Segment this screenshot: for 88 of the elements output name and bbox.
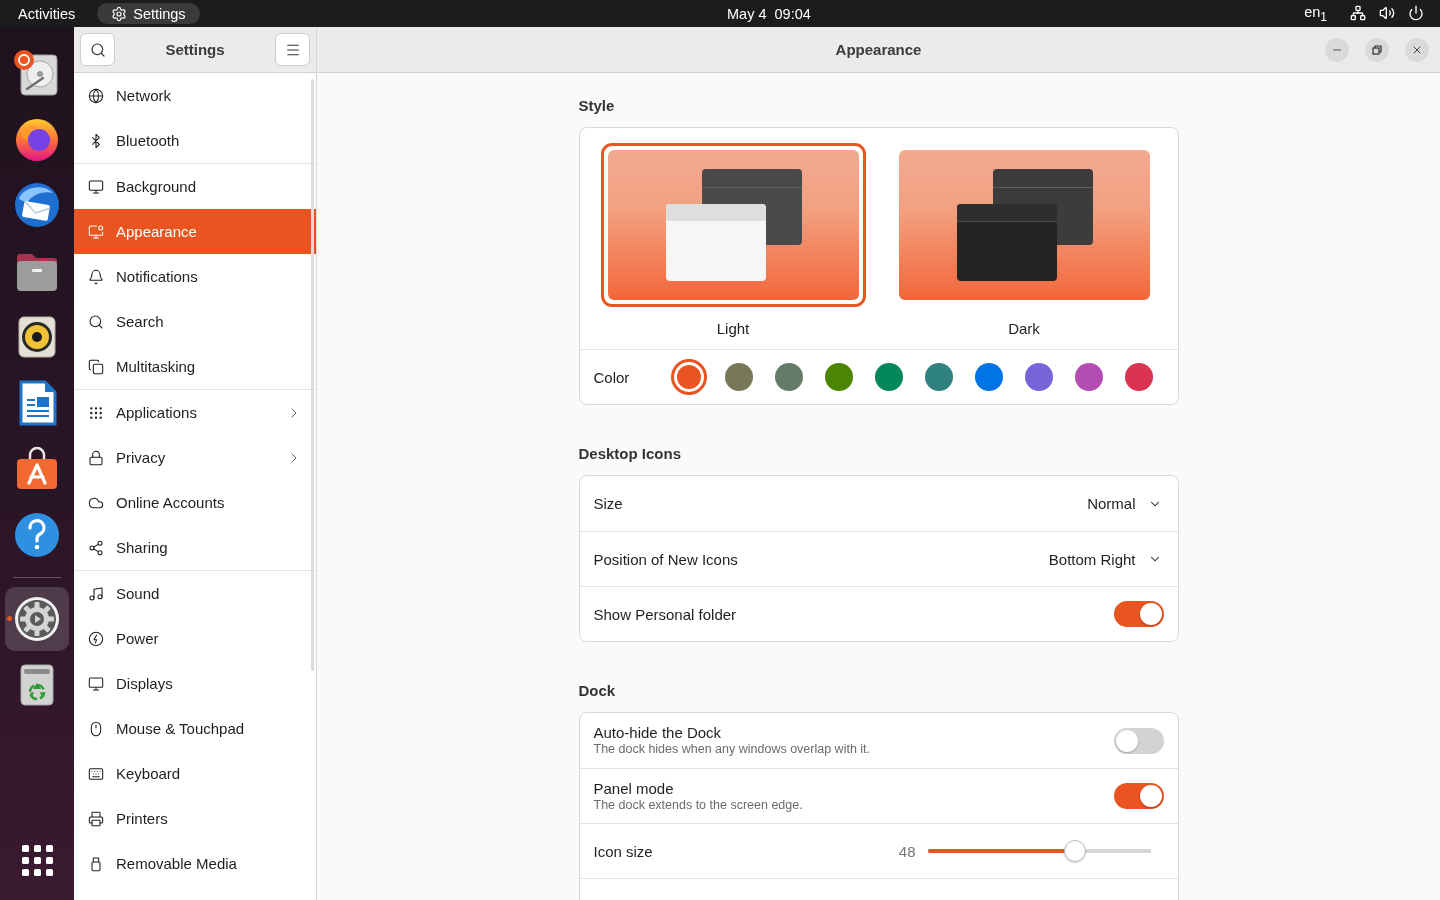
toggle-switch[interactable] bbox=[1113, 727, 1164, 754]
slider-value: 48 bbox=[898, 842, 916, 860]
help-icon bbox=[13, 511, 61, 559]
accent-swatch-icon[interactable] bbox=[1074, 363, 1103, 391]
mouse-icon bbox=[88, 720, 104, 737]
volume-icon[interactable] bbox=[1379, 5, 1395, 22]
sidebar-item[interactable]: Privacy bbox=[74, 435, 316, 480]
sidebar-title: Settings bbox=[165, 41, 225, 58]
power-icon[interactable] bbox=[1408, 5, 1424, 22]
dropdown-button[interactable]: Normal bbox=[1087, 495, 1164, 512]
clock[interactable]: May 4 09:04 bbox=[717, 2, 821, 25]
section-heading: Desktop Icons bbox=[578, 445, 683, 463]
menu-button[interactable] bbox=[275, 33, 310, 66]
sidebar-item[interactable]: Power bbox=[74, 616, 316, 661]
sidebar-item[interactable]: Search bbox=[74, 299, 316, 344]
overlapping-windows-icon bbox=[88, 358, 104, 375]
sidebar-item[interactable]: Sound bbox=[74, 571, 316, 616]
dropdown-button[interactable]: Bottom Right bbox=[1048, 550, 1164, 568]
accent-swatch-icon[interactable] bbox=[1024, 363, 1053, 391]
section-heading: Style bbox=[578, 97, 616, 115]
accent-swatch-icon[interactable] bbox=[774, 363, 803, 391]
accent-swatch-icon[interactable] bbox=[824, 363, 853, 391]
sidebar-item[interactable]: Background bbox=[74, 164, 316, 209]
bolt-circle-icon bbox=[88, 630, 104, 647]
window-title: Appearance bbox=[835, 41, 922, 58]
app-menu-button[interactable]: Settings bbox=[97, 3, 200, 24]
row-label: Icon size bbox=[593, 842, 654, 860]
sidebar-item[interactable]: Bluetooth bbox=[74, 118, 316, 163]
app-grid-icon bbox=[21, 844, 53, 876]
toggle-switch[interactable] bbox=[1113, 601, 1164, 627]
input-source-button[interactable]: en$_{1}$ bbox=[1294, 0, 1337, 27]
row-subtitle: The dock extends to the screen edge. bbox=[593, 797, 804, 813]
accent-swatch-icon[interactable] bbox=[974, 363, 1003, 391]
row-label: Panel mode bbox=[593, 779, 675, 797]
section-heading: Dock bbox=[578, 682, 617, 700]
row-label: Size bbox=[593, 495, 624, 512]
sidebar-item[interactable]: Notifications bbox=[74, 254, 316, 299]
search-icon bbox=[89, 41, 106, 58]
row-label: Position of New Icons bbox=[593, 550, 739, 568]
gear-icon bbox=[13, 595, 61, 643]
accent-swatch-icon[interactable] bbox=[874, 363, 903, 391]
dots-grid-icon bbox=[88, 404, 104, 421]
activities-button[interactable]: Activities bbox=[8, 2, 86, 25]
share-icon bbox=[88, 539, 104, 556]
sidebar-item[interactable]: Keyboard bbox=[74, 751, 316, 796]
sidebar-item[interactable]: Network bbox=[74, 73, 316, 118]
globe-icon bbox=[88, 87, 104, 104]
sidebar-item[interactable]: Multitasking bbox=[74, 344, 316, 389]
search-button[interactable] bbox=[80, 33, 115, 66]
keyboard-icon bbox=[88, 765, 104, 782]
sidebar-item[interactable]: Printers bbox=[74, 796, 316, 841]
minimize-button[interactable] bbox=[1325, 37, 1349, 62]
sidebar-item[interactable]: Displays bbox=[74, 661, 316, 706]
sidebar-item[interactable]: Sharing bbox=[74, 525, 316, 570]
thumb-drive-icon bbox=[88, 855, 104, 872]
bell-icon bbox=[88, 268, 104, 285]
sidebar-item[interactable]: Applications bbox=[74, 390, 316, 435]
sidebar-item[interactable]: Mouse & Touchpad bbox=[74, 706, 316, 751]
monitor-dot-icon bbox=[88, 223, 104, 240]
network-icon[interactable] bbox=[1350, 5, 1366, 22]
search-icon bbox=[88, 313, 104, 330]
maximize-button[interactable] bbox=[1365, 37, 1389, 62]
monitor-icon bbox=[88, 675, 104, 692]
row-label: Auto-hide the Dock bbox=[593, 724, 723, 741]
slider-thumb[interactable] bbox=[1063, 840, 1086, 862]
scrollbar[interactable] bbox=[311, 79, 314, 671]
envelope-icon bbox=[13, 181, 61, 229]
sidebar-item[interactable]: Online Accounts bbox=[74, 480, 316, 525]
lock-icon bbox=[88, 449, 104, 466]
sidebar-item[interactable]: Removable Media bbox=[74, 841, 316, 886]
monitor-icon bbox=[88, 178, 104, 195]
theme-option[interactable]: Dark bbox=[891, 143, 1157, 338]
printer-icon bbox=[88, 810, 104, 827]
row-label: Show Personal folder bbox=[593, 605, 738, 623]
music-note-icon bbox=[88, 585, 104, 602]
accent-swatch-icon[interactable] bbox=[724, 363, 753, 391]
accent-swatch-icon[interactable] bbox=[1124, 363, 1153, 391]
accent-swatch-icon[interactable] bbox=[670, 359, 707, 395]
accent-swatch-icon[interactable] bbox=[924, 363, 953, 391]
dock-launcher[interactable] bbox=[5, 587, 69, 651]
toggle-switch[interactable] bbox=[1113, 783, 1164, 809]
sidebar-item[interactable]: Appearance bbox=[74, 209, 316, 254]
row-label: Color bbox=[593, 368, 631, 386]
gear-icon bbox=[111, 5, 128, 22]
theme-option[interactable]: Light bbox=[600, 143, 866, 338]
disk-drive-icon bbox=[13, 49, 61, 97]
restore-icon bbox=[1372, 44, 1382, 55]
row-subtitle: The dock hides when any windows overlap with it. bbox=[593, 742, 872, 757]
